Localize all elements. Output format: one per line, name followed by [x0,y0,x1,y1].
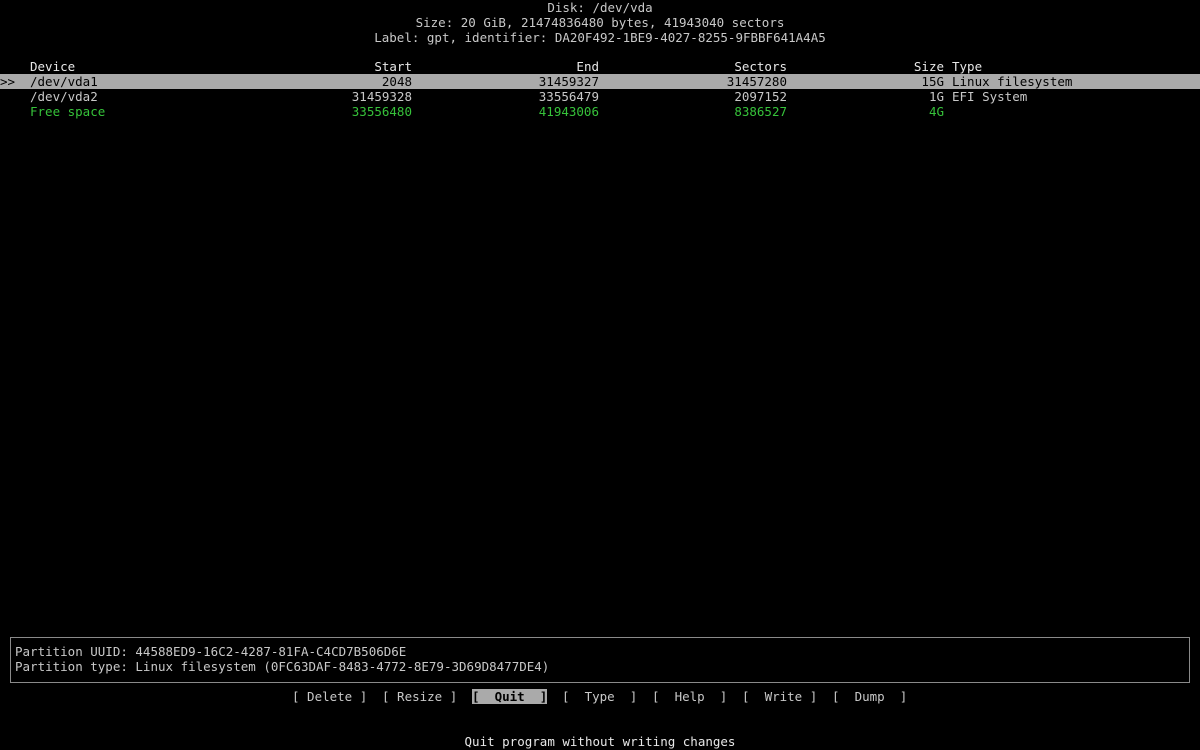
row-size: 15G [921,74,944,89]
row-end: 31459327 [538,74,599,89]
dump-button[interactable]: [ Dump ] [832,689,907,704]
write-button[interactable]: [ Write ] [742,689,817,704]
row-start: 2048 [381,74,412,89]
row-type: Linux filesystem [952,74,1073,89]
row-size: 4G [928,104,944,119]
partition-info-box: Partition UUID: 44588ED9-16C2-4287-81FA-… [10,637,1190,683]
column-end: End [576,59,599,74]
partition-row-vda1[interactable]: >> /dev/vda1 2048 31459327 31457280 15G … [0,74,1200,89]
quit-button[interactable]: [ Quit ] [472,689,548,704]
row-end: 41943006 [538,104,599,119]
column-device: Device [30,59,76,74]
row-type: EFI System [952,89,1028,104]
row-size: 1G [928,89,944,104]
disk-label: Label: gpt, identifier: DA20F492-1BE9-40… [374,30,826,45]
table-header: Device Start End Sectors Size Type [0,59,1200,74]
disk-title: Disk: /dev/vda [547,0,653,15]
column-type: Type [952,59,983,74]
row-sectors: 2097152 [734,89,787,104]
partition-row-vda2[interactable]: /dev/vda2 31459328 33556479 2097152 1G E… [0,89,1200,104]
partition-type-info: Partition type: Linux filesystem (0FC63D… [15,659,550,674]
row-device: /dev/vda1 [30,74,98,89]
action-hint: Quit program without writing changes [464,734,736,749]
free-space-row[interactable]: Free space 33556480 41943006 8386527 4G [0,104,1200,119]
row-start: 33556480 [351,104,412,119]
selection-pointer: >> [0,74,16,89]
row-end: 33556479 [538,89,599,104]
row-device: /dev/vda2 [30,89,98,104]
row-device: Free space [30,104,106,119]
row-sectors: 8386527 [734,104,787,119]
row-sectors: 31457280 [726,74,787,89]
delete-button[interactable]: [ Delete ] [292,689,367,704]
column-size: Size [913,59,944,74]
help-button[interactable]: [ Help ] [652,689,727,704]
resize-button[interactable]: [ Resize ] [382,689,457,704]
column-start: Start [374,59,412,74]
disk-size: Size: 20 GiB, 21474836480 bytes, 4194304… [415,15,785,30]
partition-uuid: Partition UUID: 44588ED9-16C2-4287-81FA-… [15,644,407,659]
column-sectors: Sectors [734,59,787,74]
type-button[interactable]: [ Type ] [562,689,637,704]
row-start: 31459328 [351,89,412,104]
